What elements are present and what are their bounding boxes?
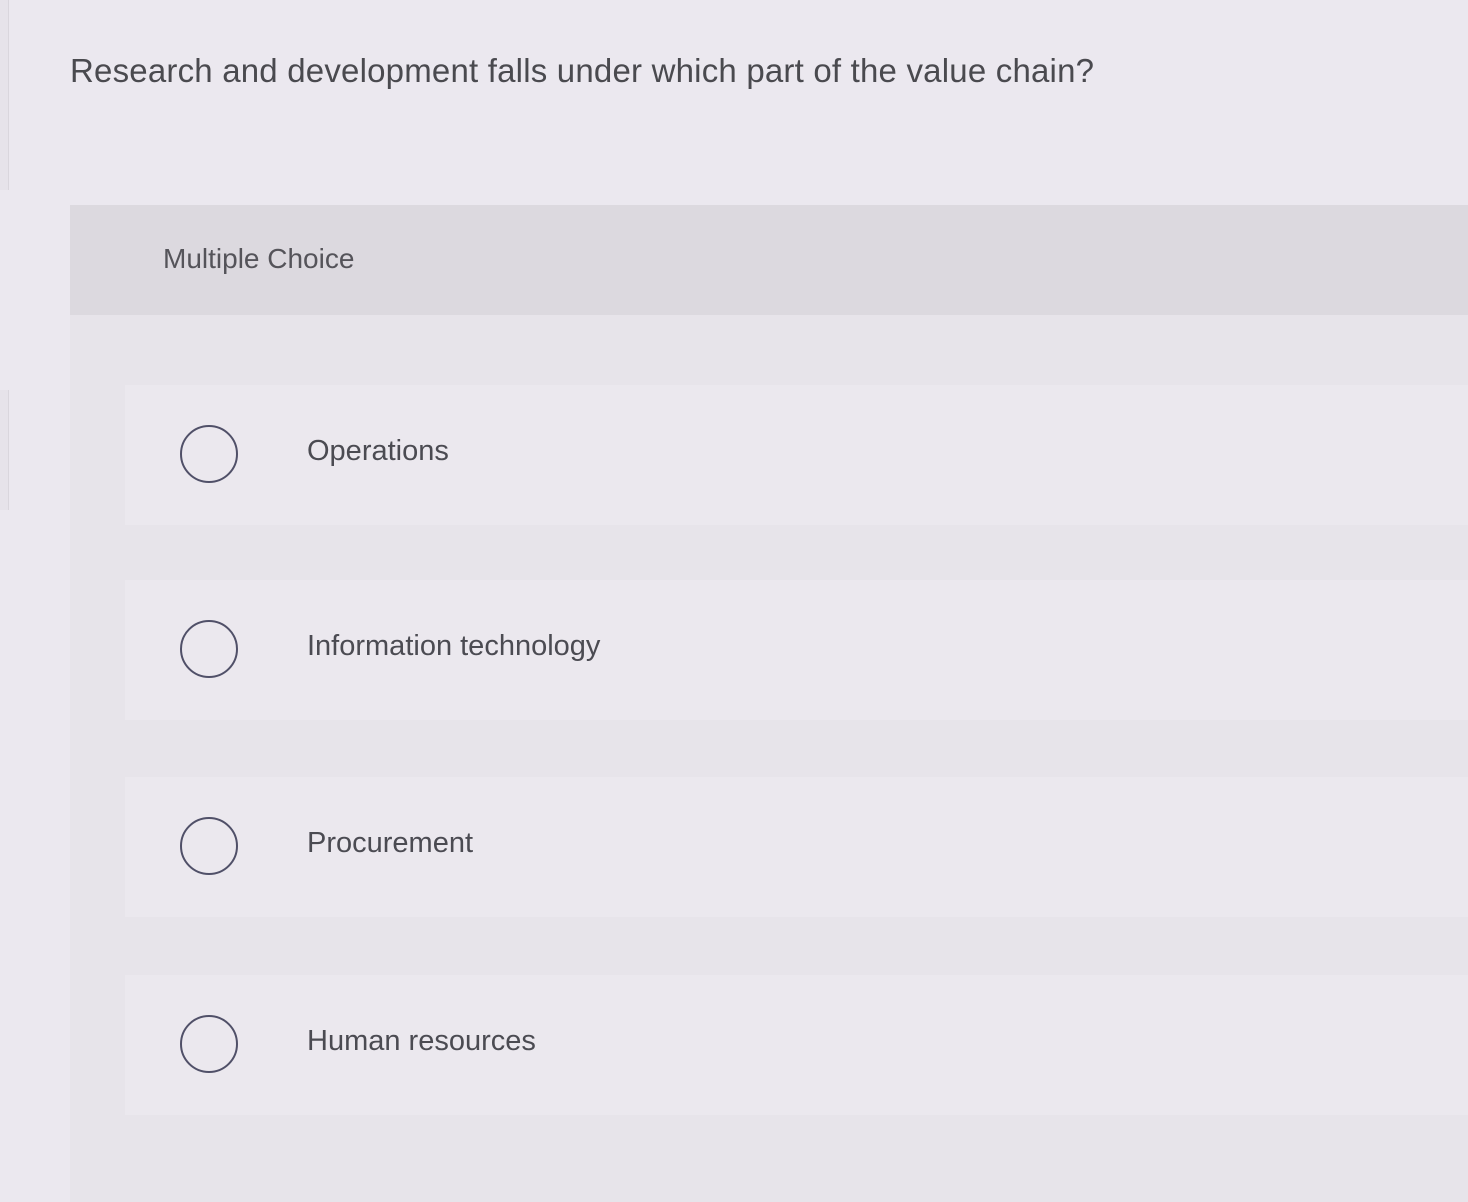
panel-title: Multiple Choice: [163, 243, 355, 274]
choice-label: Procurement: [307, 827, 474, 859]
choice-option-operations[interactable]: Operations: [125, 385, 1468, 525]
left-edge-tab: [0, 390, 9, 510]
left-edge-divider: [0, 0, 9, 190]
multiple-choice-panel: Multiple Choice Operations Information t…: [70, 205, 1468, 1202]
radio-unchecked-icon[interactable]: [180, 817, 238, 875]
panel-header: Multiple Choice: [70, 205, 1468, 315]
choice-label: Operations: [307, 435, 449, 467]
question-text: Research and development falls under whi…: [70, 52, 1095, 89]
radio-unchecked-icon[interactable]: [180, 425, 238, 483]
radio-unchecked-icon[interactable]: [180, 1015, 238, 1073]
choice-option-information-technology[interactable]: Information technology: [125, 580, 1468, 720]
choice-option-procurement[interactable]: Procurement: [125, 777, 1468, 917]
radio-unchecked-icon[interactable]: [180, 620, 238, 678]
choice-label: Human resources: [307, 1025, 536, 1057]
choice-option-human-resources[interactable]: Human resources: [125, 975, 1468, 1115]
choice-label: Information technology: [307, 630, 601, 662]
